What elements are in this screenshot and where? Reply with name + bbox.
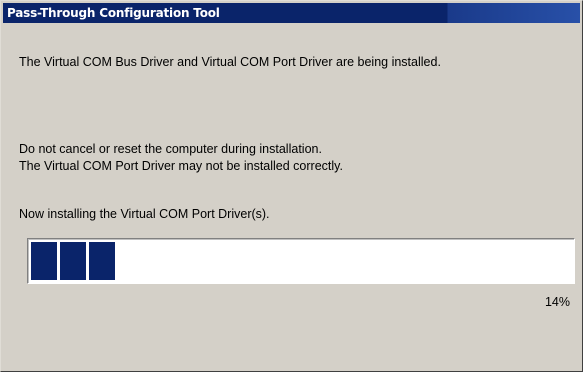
install-message: The Virtual COM Bus Driver and Virtual C…	[19, 55, 441, 69]
progress-block	[60, 242, 86, 280]
window-title: Pass-Through Configuration Tool	[7, 6, 220, 20]
progress-percent: 14%	[544, 295, 570, 309]
progress-bar	[27, 238, 575, 284]
status-message: Now installing the Virtual COM Port Driv…	[19, 207, 270, 221]
progress-block	[31, 242, 57, 280]
progress-fill	[31, 242, 115, 280]
progress-block	[89, 242, 115, 280]
installer-dialog: Pass-Through Configuration Tool The Virt…	[0, 0, 583, 372]
warning-line-2: The Virtual COM Port Driver may not be i…	[19, 159, 343, 173]
title-bar[interactable]: Pass-Through Configuration Tool	[3, 3, 580, 23]
warning-line-1: Do not cancel or reset the computer duri…	[19, 142, 322, 156]
